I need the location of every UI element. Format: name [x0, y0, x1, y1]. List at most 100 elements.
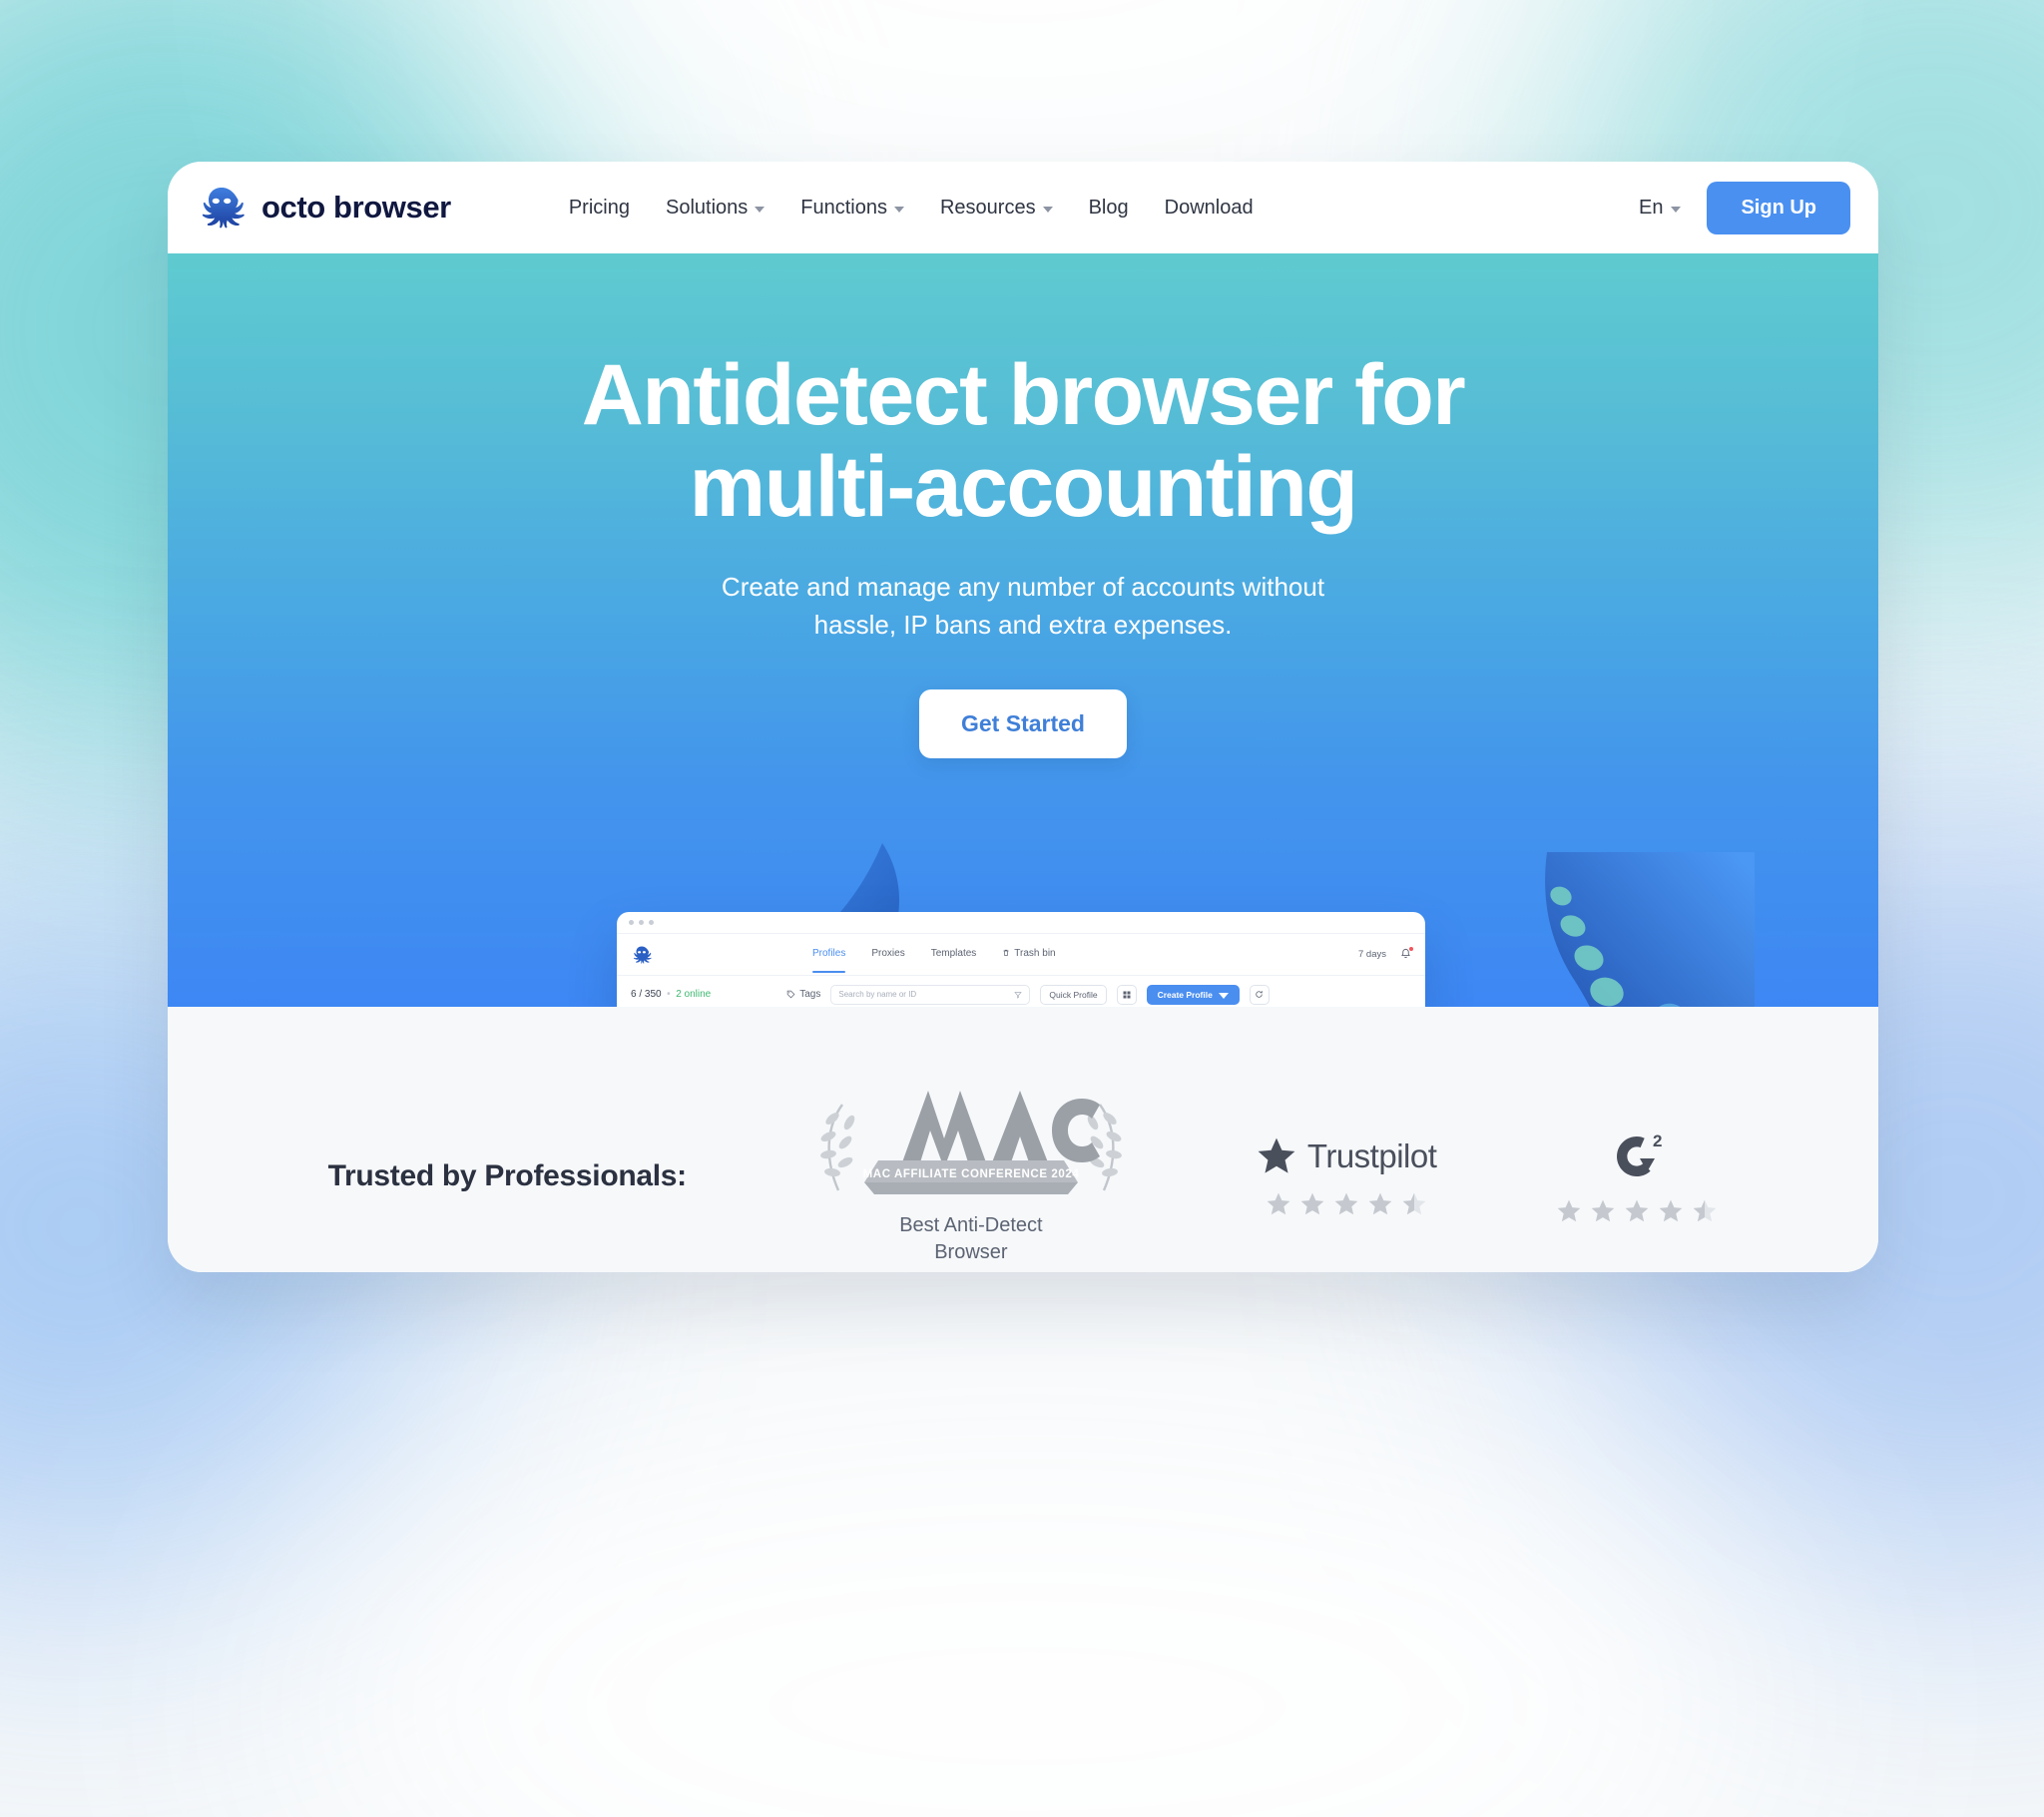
- create-profile-label: Create Profile: [1157, 989, 1213, 1000]
- background-glow-white-bottom: [279, 1397, 1777, 1817]
- search-placeholder: Search by name or ID: [838, 990, 917, 999]
- g2-logo: 2: [1609, 1129, 1665, 1184]
- nav-label: Pricing: [568, 196, 630, 219]
- star-half-icon: [1402, 1192, 1425, 1215]
- trash-icon: [1003, 949, 1009, 956]
- trustpilot-name: Trustpilot: [1306, 1137, 1437, 1174]
- nav-item-solutions[interactable]: Solutions: [665, 196, 766, 220]
- app-tab-profiles[interactable]: Profiles: [812, 948, 846, 973]
- nav-label: Resources: [939, 196, 1036, 219]
- nav-label: Solutions: [665, 196, 749, 219]
- app-profile-counter: 6 / 350 • 2 online: [631, 989, 712, 1000]
- nav-item-resources[interactable]: Resources: [940, 197, 1053, 220]
- g2-superscript: 2: [1653, 1132, 1662, 1150]
- trusted-by-label: Trusted by Professionals:: [327, 1159, 688, 1192]
- filter-icon: [1014, 991, 1023, 999]
- award-badge: MAC AFFILIATE CONFERENCE 2024 Best Anti-…: [806, 1087, 1136, 1266]
- nav-item-functions[interactable]: Functions: [800, 197, 904, 220]
- mac-conference-award-icon: MAC AFFILIATE CONFERENCE 2024: [819, 1091, 1122, 1194]
- hero-title-line2: multi-accounting: [689, 439, 1358, 536]
- award-caption-line1: Best Anti-Detect: [899, 1214, 1043, 1236]
- refresh-icon: [1256, 991, 1264, 998]
- page-card: octo browser Pricing Solutions Functions…: [168, 162, 1878, 1272]
- hero-subtitle-line2: hassle, IP bans and extra expenses.: [813, 609, 1233, 640]
- main-navigation: Pricing Solutions Functions Resources Bl…: [569, 197, 1254, 220]
- hero-section: Antidetect browser for multi-accounting …: [168, 253, 1878, 1007]
- star-icon: [1334, 1192, 1357, 1215]
- hero-subtitle: Create and manage any number of accounts…: [168, 569, 1878, 644]
- window-dot: [639, 920, 644, 925]
- nav-label: Download: [1164, 196, 1254, 219]
- app-octopus-logo-icon: [633, 946, 652, 964]
- trustpilot-logo: Trustpilot: [1256, 1136, 1437, 1177]
- award-caption: Best Anti-Detect Browser: [899, 1212, 1042, 1266]
- nav-item-blog[interactable]: Blog: [1089, 197, 1129, 220]
- star-icon: [1300, 1192, 1323, 1215]
- language-selector[interactable]: En: [1638, 196, 1682, 220]
- award-caption-line2: Browser: [934, 1241, 1008, 1263]
- g2-stars: [1556, 1198, 1718, 1224]
- hero-title-line1: Antidetect browser for: [581, 347, 1466, 443]
- header-actions: En Sign Up: [1638, 181, 1850, 234]
- profiles-online: 2 online: [676, 989, 712, 1000]
- g2-rating[interactable]: 2: [1556, 1129, 1718, 1224]
- notifications-button[interactable]: [1400, 947, 1413, 961]
- chevron-down-icon: [1671, 206, 1682, 213]
- star-icon: [1258, 1137, 1295, 1173]
- star-icon: [1368, 1192, 1391, 1215]
- signup-button[interactable]: Sign Up: [1707, 181, 1850, 234]
- app-tabs: Profiles Proxies Templates Trash bin: [812, 947, 1056, 973]
- hero-subtitle-line1: Create and manage any number of accounts…: [721, 572, 1325, 603]
- star-icon: [1558, 1199, 1581, 1222]
- chevron-down-icon: [755, 206, 766, 213]
- grid-icon: [1123, 991, 1131, 998]
- star-half-icon: [1694, 1199, 1717, 1222]
- create-profile-button[interactable]: Create Profile: [1146, 984, 1240, 1005]
- trustpilot-stars: [1266, 1191, 1427, 1217]
- star-icon: [1626, 1199, 1649, 1222]
- refresh-button[interactable]: [1249, 984, 1270, 1005]
- star-icon: [1660, 1199, 1683, 1222]
- chevron-down-icon: [1218, 993, 1229, 999]
- quick-profile-button[interactable]: Quick Profile: [1040, 984, 1107, 1005]
- app-tab-label: Trash bin: [1014, 947, 1056, 959]
- octopus-tentacle-right-icon: [1545, 852, 1755, 1007]
- language-label: En: [1638, 196, 1664, 219]
- brand-name: octo browser: [261, 190, 451, 225]
- get-started-button[interactable]: Get Started: [919, 689, 1127, 759]
- app-period-label[interactable]: 7 days: [1358, 949, 1386, 960]
- trusted-by-section: Trusted by Professionals: MAC AFFILIATE …: [168, 1007, 1878, 1272]
- tag-icon: [787, 990, 795, 999]
- nav-label: Blog: [1088, 196, 1129, 219]
- window-dot: [649, 920, 654, 925]
- site-header: octo browser Pricing Solutions Functions…: [168, 162, 1878, 253]
- window-dot: [629, 920, 634, 925]
- app-tabbar: Profiles Proxies Templates Trash bin 7 d…: [617, 934, 1425, 976]
- brand-logo[interactable]: octo browser: [196, 182, 451, 233]
- chevron-down-icon: [893, 206, 904, 213]
- trustpilot-rating[interactable]: Trustpilot: [1256, 1136, 1437, 1217]
- award-banner-text: MAC AFFILIATE CONFERENCE 2024: [863, 1168, 1080, 1180]
- app-tab-proxies[interactable]: Proxies: [871, 948, 904, 962]
- app-tabbar-right: 7 days: [1358, 947, 1413, 961]
- nav-item-download[interactable]: Download: [1165, 197, 1254, 220]
- grid-view-button[interactable]: [1116, 984, 1137, 1005]
- tags-filter-label: Tags: [799, 989, 821, 1000]
- app-tab-templates[interactable]: Templates: [931, 948, 977, 962]
- octopus-logo-icon: [202, 188, 245, 228]
- notification-badge: [1409, 947, 1413, 951]
- hero-title: Antidetect browser for multi-accounting: [168, 349, 1878, 533]
- app-tab-trash-bin[interactable]: Trash bin: [1002, 947, 1056, 962]
- app-screenshot-window: Profiles Proxies Templates Trash bin 7 d…: [617, 912, 1425, 1007]
- chevron-down-icon: [1042, 206, 1053, 213]
- nav-label: Functions: [800, 196, 887, 219]
- star-icon: [1592, 1199, 1615, 1222]
- nav-item-pricing[interactable]: Pricing: [569, 197, 630, 220]
- g2-icon: 2: [1617, 1132, 1663, 1176]
- app-toolbar: 6 / 350 • 2 online Tags Search by name o…: [617, 976, 1425, 1007]
- app-titlebar: [617, 912, 1425, 934]
- profile-count: 6 / 350: [631, 989, 662, 1000]
- star-icon: [1267, 1192, 1289, 1215]
- app-search-input[interactable]: Search by name or ID: [830, 984, 1031, 1005]
- tags-filter-button[interactable]: Tags: [786, 989, 820, 1000]
